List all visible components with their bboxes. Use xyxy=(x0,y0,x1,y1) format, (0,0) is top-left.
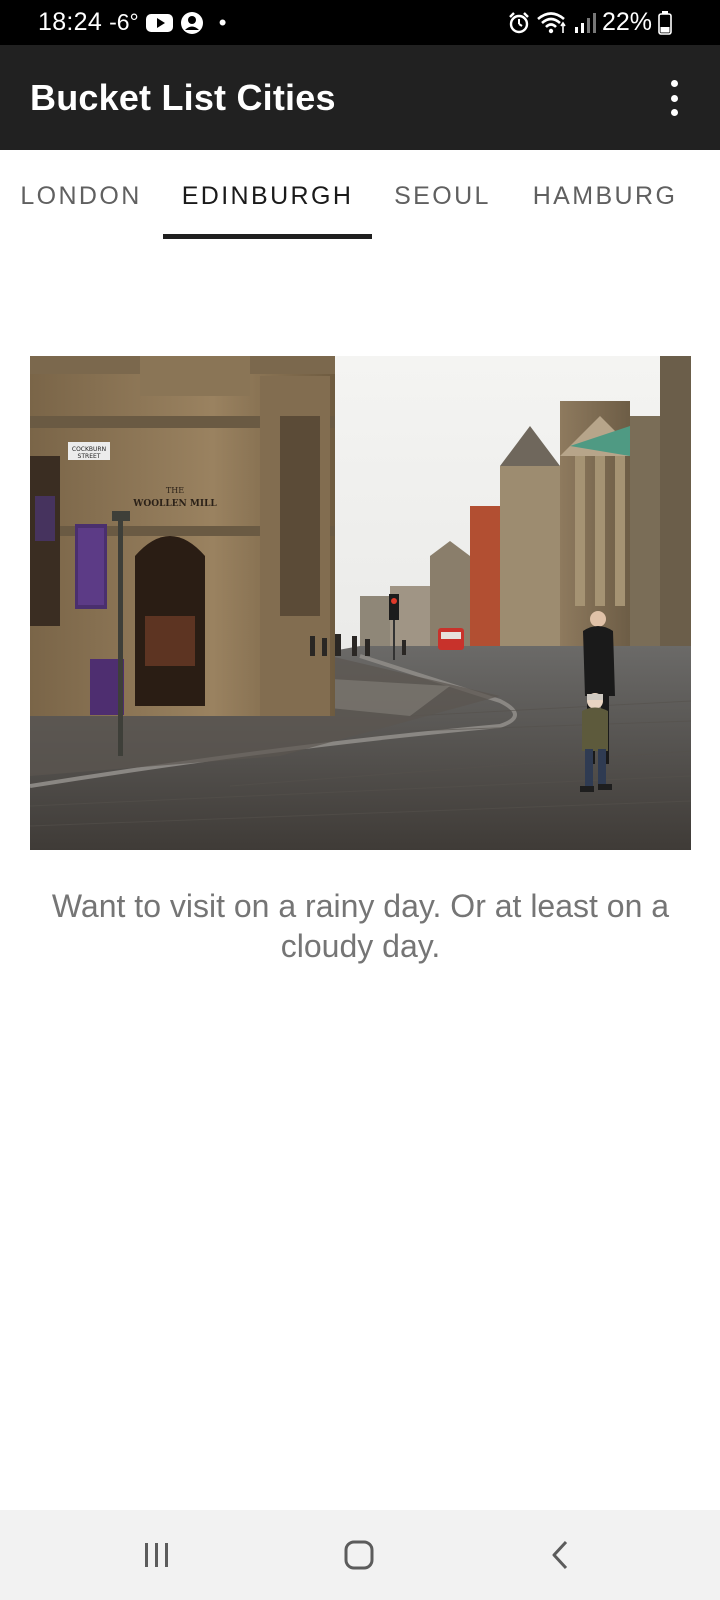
sign-woollen-line2: WOOLLEN MILL xyxy=(132,499,217,509)
tab-bar: LONDON EDINBURGH SEOUL HAMBURG xyxy=(0,150,720,242)
city-photo: COCKBURN STREET THE WOOLLEN MILL xyxy=(30,356,691,850)
system-nav-bar xyxy=(0,1510,720,1600)
tab-london[interactable]: LONDON xyxy=(20,150,142,242)
overflow-menu-icon[interactable] xyxy=(664,80,684,116)
status-bar: 18:24 -6° • 22% xyxy=(0,0,720,45)
back-icon[interactable] xyxy=(520,1510,600,1600)
status-time: 18:24 xyxy=(38,8,103,36)
tab-edinburgh[interactable]: EDINBURGH xyxy=(163,150,372,242)
sign-cockburn-line1: COCKBURN xyxy=(72,446,106,453)
home-icon[interactable] xyxy=(319,1510,399,1600)
tab-hamburg[interactable]: HAMBURG xyxy=(523,150,687,242)
sign-cockburn-line2: STREET xyxy=(78,453,101,460)
alarm-icon xyxy=(508,11,530,34)
youtube-icon xyxy=(145,13,173,33)
account-icon xyxy=(180,11,204,35)
wifi-icon xyxy=(536,11,568,35)
tab-indicator xyxy=(163,234,372,239)
city-caption: Want to visit on a rainy day. Or at leas… xyxy=(51,888,670,964)
app-title: Bucket List Cities xyxy=(30,77,336,118)
sign-woollen-line1: THE xyxy=(166,486,184,495)
signal-icon xyxy=(574,12,596,34)
status-temperature: -6° xyxy=(109,9,139,35)
app-bar: Bucket List Cities xyxy=(0,45,720,150)
notification-dot: • xyxy=(218,9,227,35)
recent-apps-icon[interactable] xyxy=(117,1510,197,1600)
battery-icon xyxy=(658,10,672,35)
battery-percent: 22% xyxy=(601,8,652,36)
tab-seoul[interactable]: SEOUL xyxy=(390,150,495,242)
